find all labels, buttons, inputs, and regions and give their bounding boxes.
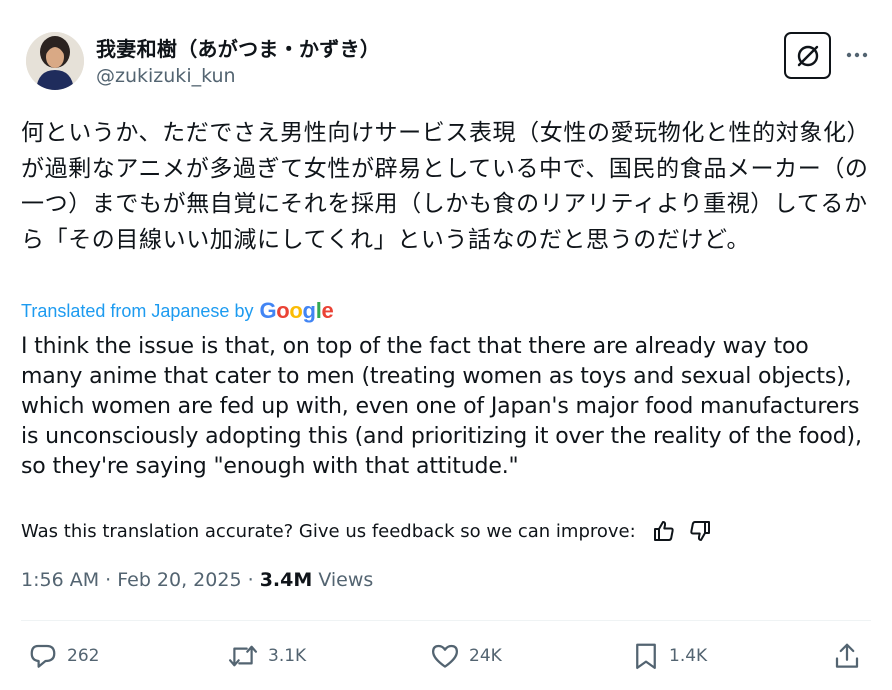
views-label: Views xyxy=(318,569,374,591)
share-button[interactable] xyxy=(832,641,871,671)
thumbs-up-button[interactable] xyxy=(650,517,678,545)
divider xyxy=(21,620,871,621)
reply-button[interactable]: 262 xyxy=(28,641,99,671)
feedback-prompt: Was this translation accurate? Give us f… xyxy=(21,520,636,542)
reply-count: 262 xyxy=(67,646,100,666)
bookmark-count: 1.4K xyxy=(669,646,708,666)
meta-separator: · xyxy=(105,569,112,591)
thumbs-up-icon xyxy=(653,521,674,541)
thumbs-down-button[interactable] xyxy=(686,517,714,545)
tweet-time[interactable]: 1:56 AM xyxy=(21,569,99,591)
repost-count: 3.1K xyxy=(268,646,307,666)
thumbs-down-icon xyxy=(690,521,710,541)
translation-feedback: Was this translation accurate? Give us f… xyxy=(21,517,714,545)
tweet-translated-text: I think the issue is that, on top of the… xyxy=(21,334,862,479)
views-count: 3.4M xyxy=(259,569,313,591)
tweet-meta: 1:56 AM · Feb 20, 2025 · 3.4M Views xyxy=(21,569,373,591)
more-button[interactable] xyxy=(842,42,872,68)
translated-from-label: Translated from Japanese by xyxy=(21,300,254,321)
avatar-image xyxy=(26,32,84,90)
like-button[interactable]: 24K xyxy=(430,641,502,671)
bookmark-button[interactable]: 1.4K xyxy=(632,641,707,671)
avatar[interactable] xyxy=(26,32,84,90)
tweet-date[interactable]: Feb 20, 2025 xyxy=(117,569,241,591)
more-icon xyxy=(846,52,868,58)
repost-icon xyxy=(228,645,258,667)
google-logo: Google xyxy=(259,298,334,323)
repost-button[interactable]: 3.1K xyxy=(227,641,306,671)
grok-icon xyxy=(797,45,818,66)
grok-button[interactable] xyxy=(784,32,831,79)
reply-icon xyxy=(30,644,56,668)
meta-separator: · xyxy=(247,569,254,591)
author-name[interactable]: 我妻和樹（あがつま・かずき） xyxy=(96,33,380,62)
like-count: 24K xyxy=(469,646,502,666)
bookmark-icon xyxy=(636,643,656,669)
share-icon xyxy=(835,643,859,668)
heart-icon xyxy=(432,644,458,668)
tweet-original-text: 何というか、ただでさえ男性向けサービス表現（女性の愛玩物化と性的対象化）が過剰な… xyxy=(21,120,871,253)
author-handle[interactable]: @zukizuki_kun xyxy=(96,65,236,87)
translation-attribution[interactable]: Translated from Japanese by Google xyxy=(21,298,334,324)
